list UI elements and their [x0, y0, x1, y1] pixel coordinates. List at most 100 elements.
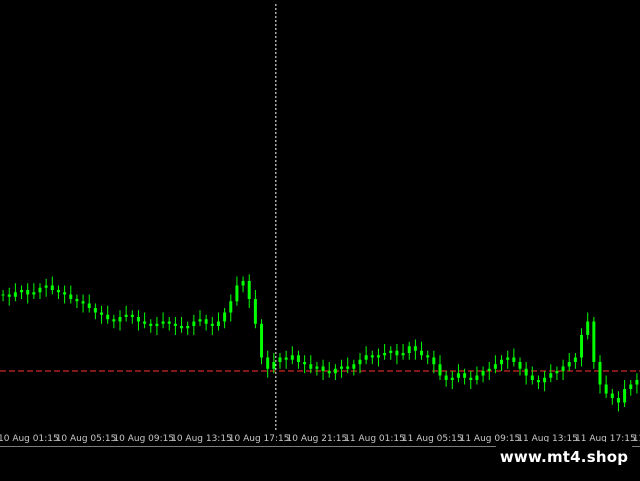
candle-body — [186, 326, 190, 329]
candle-body — [432, 357, 436, 365]
candle-body — [530, 375, 534, 380]
candle-body — [376, 355, 380, 358]
candle-body — [69, 294, 73, 299]
candle-body — [7, 294, 11, 297]
candle-body — [106, 314, 110, 320]
candle-body — [561, 366, 565, 371]
candle-body — [580, 335, 584, 358]
candle-body — [303, 362, 307, 365]
candlestick-chart[interactable] — [0, 0, 640, 432]
candle-body — [1, 294, 5, 296]
candle-body — [26, 290, 30, 295]
candle-body — [100, 312, 104, 315]
time-tick-label: 11 Aug 01:15 — [344, 434, 405, 444]
time-tick-label: 11 — [632, 434, 640, 444]
price-chart-area[interactable] — [0, 0, 640, 432]
candle-body — [475, 375, 479, 380]
candle-body — [155, 323, 159, 326]
candle-body — [130, 314, 134, 317]
candle-body — [610, 393, 614, 398]
candle-body — [500, 359, 504, 365]
candle-body — [149, 323, 153, 326]
candle-body — [118, 317, 122, 322]
candle-body — [450, 377, 454, 380]
candle-body — [635, 380, 639, 385]
candle-body — [87, 303, 91, 308]
candle-body — [506, 357, 510, 360]
candle-body — [13, 292, 17, 297]
candle-body — [272, 362, 276, 369]
candle-body — [438, 364, 442, 376]
candle-body — [161, 321, 165, 324]
candle-body — [296, 355, 300, 362]
candle-body — [229, 301, 233, 313]
candle-body — [315, 366, 319, 369]
candle-body — [235, 285, 239, 302]
candle-body — [136, 317, 140, 322]
candle-body — [56, 290, 60, 293]
candle-body — [616, 398, 620, 403]
time-tick-label: 11 Aug 05:15 — [401, 434, 463, 444]
candle-body — [253, 299, 257, 324]
candle-body — [383, 353, 387, 356]
candle-body — [536, 380, 540, 383]
candle-body — [629, 384, 633, 389]
candle-body — [364, 355, 368, 360]
candle-body — [333, 368, 337, 374]
candle-body — [327, 371, 331, 374]
candle-body — [75, 299, 79, 302]
candle-body — [278, 357, 282, 362]
candle-body — [555, 371, 559, 374]
candle-body — [198, 319, 202, 322]
candle-body — [112, 319, 116, 322]
candle-body — [204, 319, 208, 324]
candle-body — [260, 323, 264, 358]
candle-body — [604, 384, 608, 394]
candle-body — [167, 321, 171, 324]
candle-body — [340, 366, 344, 369]
candle-body — [469, 377, 473, 380]
candle-body — [549, 373, 553, 378]
candle-body — [407, 346, 411, 353]
candle-body — [247, 281, 251, 299]
candle-body — [216, 321, 220, 326]
candle-body — [93, 308, 97, 313]
candle-body — [512, 357, 516, 362]
candle-body — [44, 285, 48, 288]
candle-body — [573, 357, 577, 362]
candle-body — [180, 326, 184, 329]
candle-body — [592, 321, 596, 362]
candle-body — [223, 312, 227, 322]
time-tick-label: 10 Aug 01:15 — [0, 434, 59, 444]
candle-body — [124, 314, 128, 317]
candle-body — [63, 292, 67, 295]
candle-body — [143, 321, 147, 324]
candle-body — [321, 366, 325, 371]
candle-body — [493, 364, 497, 369]
candle-body — [284, 357, 288, 360]
time-tick-label: 10 Aug 05:15 — [55, 434, 117, 444]
candle-body — [543, 377, 547, 383]
watermark-text: www.mt4.shop — [496, 442, 632, 472]
candle-body — [20, 290, 24, 293]
candle-body — [444, 375, 448, 380]
candle-body — [309, 364, 313, 369]
time-tick-label: 10 Aug 21:15 — [286, 434, 348, 444]
candle-body — [487, 368, 491, 371]
candle-body — [38, 287, 42, 293]
candle-body — [567, 362, 571, 367]
time-tick-label: 10 Aug 13:15 — [171, 434, 232, 444]
candle-body — [346, 366, 350, 369]
candle-body — [389, 350, 393, 353]
candle-body — [413, 346, 417, 351]
candle-body — [81, 301, 85, 304]
candle-body — [290, 355, 294, 360]
candle-body — [395, 350, 399, 356]
candle-body — [518, 362, 522, 369]
candle-body — [352, 364, 356, 369]
candle-body — [586, 321, 590, 335]
candle-body — [370, 355, 374, 358]
candle-body — [598, 362, 602, 385]
candle-body — [50, 285, 54, 290]
candle-body — [266, 357, 270, 369]
